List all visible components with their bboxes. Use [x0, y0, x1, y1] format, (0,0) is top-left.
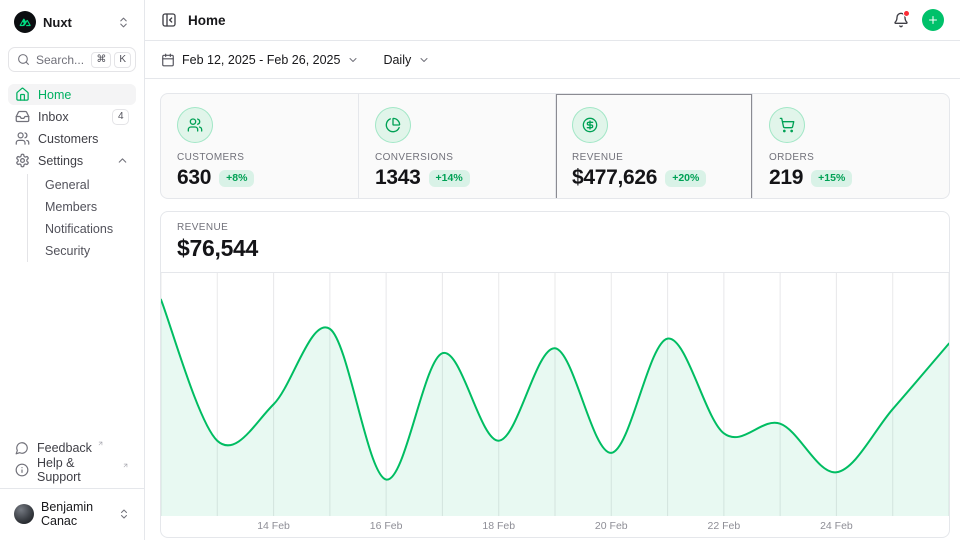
stat-card-orders[interactable]: ORDERS 219 +15%: [752, 94, 949, 199]
submenu-label: Members: [45, 200, 97, 214]
main-area: Home Feb 12, 2025 - Feb 26, 2025 Daily: [145, 0, 960, 540]
sidebar-item-help-support[interactable]: Help & Support: [8, 459, 136, 481]
stat-delta-badge: +14%: [429, 170, 470, 187]
sidebar-item-label: Home: [38, 88, 71, 102]
stat-card-revenue[interactable]: REVENUE $477,626 +20%: [555, 94, 752, 199]
x-axis-label: 14 Feb: [257, 520, 290, 532]
stat-label: CONVERSIONS: [375, 152, 539, 163]
stat-delta-badge: +8%: [219, 170, 254, 187]
chart-header: REVENUE $76,544: [161, 212, 949, 272]
add-button[interactable]: [922, 9, 944, 31]
x-axis-label: 24 Feb: [820, 520, 853, 532]
sidebar-item-general[interactable]: General: [37, 174, 136, 196]
collapse-sidebar-icon[interactable]: [161, 12, 177, 28]
page-title: Home: [188, 13, 226, 28]
stat-label: REVENUE: [572, 152, 736, 163]
x-axis-label: 20 Feb: [595, 520, 628, 532]
inbox-count-badge: 4: [112, 109, 129, 125]
team-switcher[interactable]: Nuxt: [8, 8, 136, 34]
footer-item-label: Feedback: [37, 441, 92, 455]
x-axis-label: 16 Feb: [370, 520, 403, 532]
sidebar-nav: Home Inbox 4 Customers Settings Genera: [8, 84, 136, 262]
sidebar-spacer: [8, 262, 136, 437]
x-axis-label: 22 Feb: [707, 520, 740, 532]
chat-bubble-icon: [15, 441, 29, 455]
chevron-down-icon: [418, 54, 430, 66]
sidebar-item-label: Inbox: [38, 110, 69, 124]
calendar-icon: [161, 53, 175, 67]
stat-card-customers[interactable]: CUSTOMERS 630 +8%: [161, 94, 358, 199]
search-input-wrap: ⌘ K: [8, 47, 136, 72]
avatar: [14, 504, 34, 524]
sidebar-item-members[interactable]: Members: [37, 196, 136, 218]
chart-x-axis: 14 Feb 16 Feb 18 Feb 20 Feb 22 Feb 24 Feb: [161, 516, 949, 537]
submenu-label: Notifications: [45, 222, 113, 236]
stat-label: ORDERS: [769, 152, 933, 163]
sidebar-item-notifications[interactable]: Notifications: [37, 218, 136, 240]
chevron-down-icon: [347, 54, 359, 66]
dashboard-content: CUSTOMERS 630 +8% CONVERSIONS 1343 +14%: [145, 79, 960, 538]
circle-dollar-icon: [572, 107, 608, 143]
user-name: Benjamin Canac: [41, 500, 111, 528]
arrow-up-right-icon: [97, 440, 104, 447]
stat-label: CUSTOMERS: [177, 152, 342, 163]
header-actions: [893, 9, 944, 31]
period-select[interactable]: Daily: [383, 53, 430, 67]
kbd-k: K: [114, 52, 131, 68]
users-icon: [177, 107, 213, 143]
kbd-meta: ⌘: [91, 52, 111, 68]
footer-item-label: Help & Support: [37, 456, 117, 484]
arrow-up-right-icon: [122, 462, 129, 469]
sidebar-item-inbox[interactable]: Inbox 4: [8, 106, 136, 127]
notifications-bell-icon[interactable]: [893, 12, 909, 28]
cart-icon: [769, 107, 805, 143]
stat-value: 219: [769, 166, 803, 190]
inbox-icon: [15, 109, 30, 124]
sidebar-divider: [0, 488, 144, 489]
filters-toolbar: Feb 12, 2025 - Feb 26, 2025 Daily: [145, 41, 960, 79]
sidebar-item-label: Settings: [38, 154, 83, 168]
sidebar-item-settings[interactable]: Settings: [8, 150, 136, 171]
notification-dot: [903, 10, 910, 17]
pie-chart-icon: [375, 107, 411, 143]
sidebar-item-label: Customers: [38, 132, 98, 146]
search-icon: [17, 53, 30, 66]
submenu-label: General: [45, 178, 89, 192]
sidebar: Nuxt ⌘ K Home Inbox 4: [0, 0, 145, 540]
date-range-value: Feb 12, 2025 - Feb 26, 2025: [182, 53, 340, 67]
stat-card-conversions[interactable]: CONVERSIONS 1343 +14%: [358, 94, 555, 199]
chevrons-up-down-icon: [118, 508, 130, 520]
stat-value: 630: [177, 166, 211, 190]
sidebar-item-customers[interactable]: Customers: [8, 128, 136, 149]
sidebar-item-security[interactable]: Security: [37, 240, 136, 262]
app-header: Home: [145, 0, 960, 41]
stats-grid: CUSTOMERS 630 +8% CONVERSIONS 1343 +14%: [160, 93, 950, 199]
period-value: Daily: [383, 53, 411, 67]
chevrons-up-down-icon: [117, 16, 130, 29]
info-circle-icon: [15, 463, 29, 477]
sidebar-item-home[interactable]: Home: [8, 84, 136, 105]
chevron-up-icon: [116, 154, 129, 167]
settings-submenu: General Members Notifications Security: [27, 174, 136, 262]
stat-value: 1343: [375, 166, 421, 190]
stat-delta-badge: +15%: [811, 170, 852, 187]
submenu-label: Security: [45, 244, 90, 258]
team-name: Nuxt: [43, 15, 72, 30]
stat-delta-badge: +20%: [665, 170, 706, 187]
revenue-area-chart[interactable]: [161, 272, 949, 516]
house-icon: [15, 87, 30, 102]
search-input[interactable]: [36, 53, 85, 67]
x-axis-label: 18 Feb: [482, 520, 515, 532]
revenue-chart-card: REVENUE $76,544 14 Feb 16 Feb 18 Feb 20 Feb…: [160, 211, 950, 538]
users-icon: [15, 131, 30, 146]
gear-icon: [15, 153, 30, 168]
chart-metric-value: $76,544: [177, 235, 933, 262]
nuxt-logo-icon: [14, 11, 36, 33]
chart-metric-label: REVENUE: [177, 222, 933, 233]
stat-value: $477,626: [572, 166, 657, 190]
user-menu[interactable]: Benjamin Canac: [8, 496, 136, 532]
date-range-picker[interactable]: Feb 12, 2025 - Feb 26, 2025: [161, 53, 359, 67]
